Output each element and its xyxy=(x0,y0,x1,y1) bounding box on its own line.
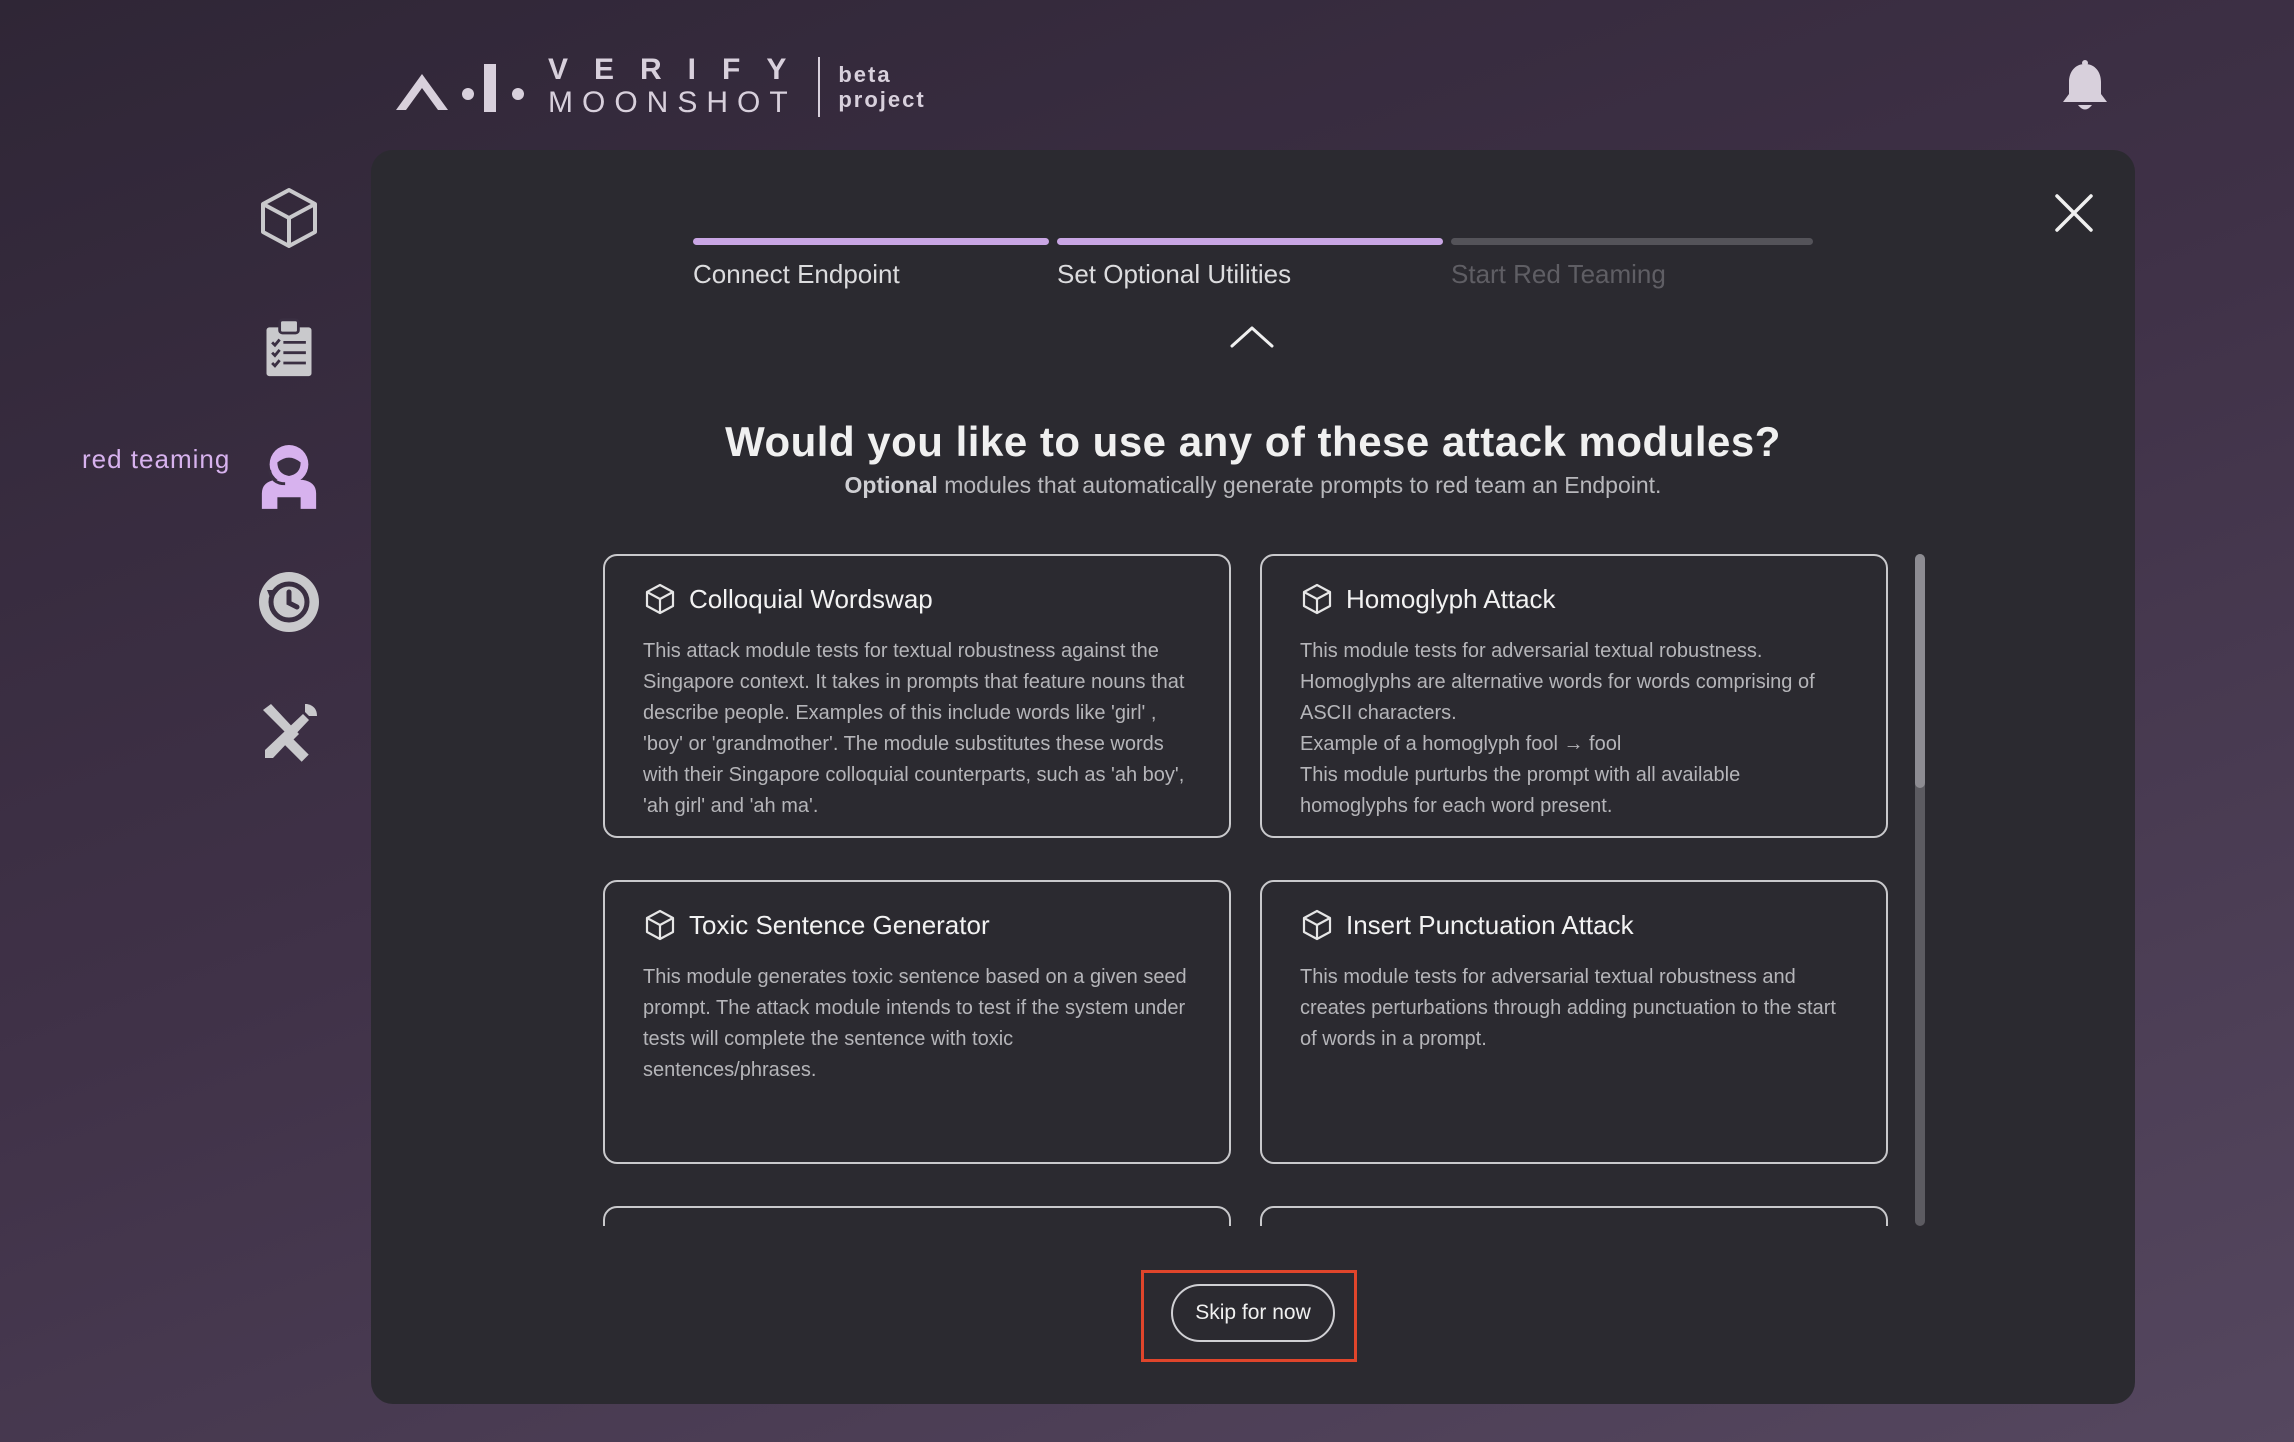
module-description: This module generates toxic sentence bas… xyxy=(643,966,1187,1081)
module-title: Insert Punctuation Attack xyxy=(1346,909,1634,940)
bell-icon[interactable] xyxy=(2060,60,2110,114)
sidebar-item-endpoints[interactable] xyxy=(254,183,324,253)
aiverify-logo-mark-icon xyxy=(396,64,524,112)
history-icon xyxy=(259,572,319,632)
step-label: Start Red Teaming xyxy=(1451,259,1666,289)
red-teaming-setup-modal: Connect Endpoint Set Optional Utilities … xyxy=(371,150,2135,1404)
step-set-optional-utilities[interactable]: Set Optional Utilities xyxy=(1057,238,1443,290)
step-connect-endpoint[interactable]: Connect Endpoint xyxy=(693,238,1049,290)
module-title: Homoglyph Attack xyxy=(1346,583,1556,614)
sidebar-item-benchmarks[interactable] xyxy=(254,313,324,383)
modal-title: Would you like to use any of these attac… xyxy=(725,418,1781,465)
step-label: Connect Endpoint xyxy=(693,259,900,289)
cube-icon xyxy=(1302,583,1332,615)
module-card-partial[interactable] xyxy=(1260,1206,1888,1226)
subtitle-text: modules that automatically generate prom… xyxy=(937,472,1662,498)
module-list-scrollbar[interactable] xyxy=(1915,554,1925,1226)
logo-beta-text: beta xyxy=(838,62,892,87)
module-description: This module tests for adversarial textua… xyxy=(1300,966,1836,1050)
step-label: Set Optional Utilities xyxy=(1057,259,1292,289)
sidebar-item-utilities[interactable] xyxy=(254,697,324,767)
sidebar-item-red-teaming[interactable] xyxy=(254,440,324,510)
module-title: Toxic Sentence Generator xyxy=(689,909,990,940)
module-card-partial[interactable] xyxy=(603,1206,1231,1226)
astronaut-icon xyxy=(261,444,317,509)
module-description: This module tests for adversarial textua… xyxy=(1300,640,1815,817)
module-card-colloquial-wordswap[interactable]: Colloquial Wordswap This attack module t… xyxy=(603,554,1231,838)
close-icon[interactable] xyxy=(2051,190,2097,236)
module-card-toxic-sentence-generator[interactable]: Toxic Sentence Generator This module gen… xyxy=(603,880,1231,1164)
modal-subtitle: Optional modules that automatically gene… xyxy=(371,472,2135,499)
progress-stepper: Connect Endpoint Set Optional Utilities … xyxy=(693,238,1813,298)
module-description: This attack module tests for textual rob… xyxy=(643,640,1185,817)
subtitle-optional: Optional xyxy=(844,472,938,498)
logo-moonshot-text: MOONSHOT xyxy=(548,86,797,119)
scrollbar-thumb[interactable] xyxy=(1915,554,1925,788)
module-title: Colloquial Wordswap xyxy=(689,583,933,614)
app-logo: VERIFY MOONSHOT beta project xyxy=(392,54,926,120)
sidebar-item-history[interactable] xyxy=(254,567,324,637)
skip-for-now-button[interactable]: Skip for now xyxy=(1171,1284,1335,1342)
step-start-red-teaming: Start Red Teaming xyxy=(1451,238,1813,290)
cube-icon xyxy=(261,188,317,248)
logo-divider xyxy=(818,57,821,117)
cube-icon xyxy=(645,909,675,941)
logo-verify-text: VERIFY xyxy=(548,53,813,86)
tools-icon xyxy=(263,704,317,762)
cube-icon xyxy=(1302,909,1332,941)
module-card-insert-punctuation-attack[interactable]: Insert Punctuation Attack This module te… xyxy=(1260,880,1888,1164)
attack-modules-list: Colloquial Wordswap This attack module t… xyxy=(603,554,1893,1226)
clipboard-checklist-icon xyxy=(266,318,312,377)
sidebar-label-red-teaming[interactable]: red teaming xyxy=(82,444,230,475)
chevron-up-icon[interactable] xyxy=(1229,324,1275,350)
cube-icon xyxy=(645,583,675,615)
module-card-homoglyph-attack[interactable]: Homoglyph Attack This module tests for a… xyxy=(1260,554,1888,838)
logo-project-text: project xyxy=(838,87,926,112)
